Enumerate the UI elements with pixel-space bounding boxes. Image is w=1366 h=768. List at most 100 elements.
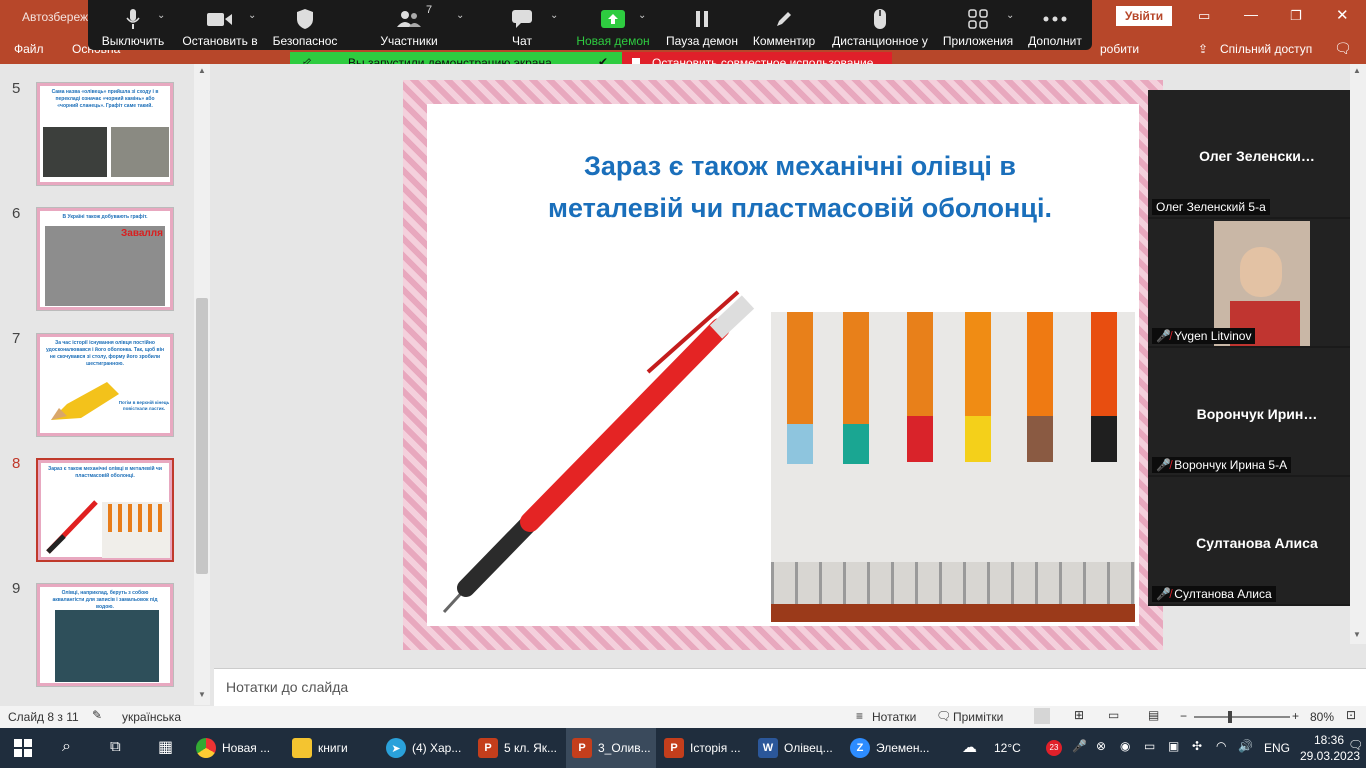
temperature[interactable]: 12°C [994, 741, 1021, 755]
participant-tile[interactable]: Султанова Алиса 🎤̸ Султанова Алиса [1148, 477, 1366, 604]
restore-icon[interactable]: ❐ [1290, 8, 1302, 24]
slide-thumbnail-7[interactable]: За час історії існування олівця постійно… [36, 333, 174, 437]
chevron-down-icon[interactable]: ⌄ [456, 10, 464, 21]
taskbar-powerpoint-1[interactable]: P 5 кл. Як... [478, 728, 560, 768]
mic-tray-icon[interactable]: 🎤 [1072, 739, 1087, 753]
taskbar-powerpoint-2[interactable]: P Історія ... [664, 728, 746, 768]
taskbar-chrome[interactable]: Новая ... [196, 728, 276, 768]
chevron-down-icon[interactable]: ⌄ [550, 10, 558, 21]
language-indicator[interactable]: українська [122, 710, 181, 724]
notification-badge[interactable]: 23 [1046, 740, 1062, 756]
status-bar: Слайд 8 з 11 ✎ українська ≡ Нотатки 🗨 Пр… [0, 706, 1366, 728]
slide-title[interactable]: Зараз є також механічні олівці в металев… [450, 145, 1150, 229]
zoom-out-icon[interactable]: − [1180, 709, 1187, 723]
scroll-up-icon[interactable]: ▲ [196, 66, 208, 75]
search-icon[interactable]: ⌕ [62, 738, 71, 756]
reading-view-icon[interactable]: ▭ [1108, 708, 1119, 722]
windows-start-icon[interactable] [14, 739, 32, 760]
participants-button[interactable]: Участники [368, 0, 450, 50]
battery-icon[interactable]: ▭ [1144, 739, 1155, 753]
notes-toggle-button[interactable]: Нотатки [872, 710, 916, 724]
taskbar-zoom[interactable]: Z Элемен... [850, 728, 930, 768]
participant-tile[interactable]: Ворончук Ирин… 🎤̸ Ворончук Ирина 5-А [1148, 348, 1366, 475]
language-indicator[interactable]: ENG [1264, 741, 1290, 755]
clock-time[interactable]: 18:36 [1314, 733, 1344, 747]
chat-button[interactable]: Чат [492, 0, 552, 50]
thumbnail-scrollbar[interactable]: ▲ ▼ [194, 64, 210, 705]
participant-tile[interactable]: Олег Зеленски… Олег Зеленский 5-а [1148, 90, 1366, 217]
taskbar-telegram[interactable]: ➤ (4) Хар... [386, 728, 466, 768]
graphite-stone-image [43, 127, 107, 177]
comments-toggle-button[interactable]: Примітки [953, 710, 1003, 724]
share-button[interactable]: Спільний доступ [1220, 42, 1312, 56]
zoom-in-icon[interactable]: + [1292, 709, 1299, 723]
notifications-icon[interactable]: 🗨 [1348, 738, 1363, 752]
tray-app-icon[interactable]: ▣ [1168, 739, 1179, 753]
folder-icon [292, 738, 312, 758]
pause-share-button[interactable]: Пауза демон [662, 0, 742, 50]
pencil-icon [744, 8, 824, 30]
apps-button[interactable]: Приложения [940, 0, 1016, 50]
slide-counter: Слайд 8 з 11 [8, 710, 79, 724]
slide-thumbnail-6[interactable]: В Україні також добувають графіт. Завалл… [36, 207, 174, 311]
chevron-down-icon[interactable]: ⌄ [1006, 10, 1014, 21]
tab-file[interactable]: Файл [14, 42, 44, 56]
tray-app-icon[interactable]: ◉ [1120, 739, 1130, 753]
zoom-level[interactable]: 80% [1310, 710, 1334, 724]
taskbar-powerpoint-active[interactable]: P 3_Олив... [566, 728, 656, 768]
signin-button[interactable]: Увійти [1116, 6, 1172, 26]
mute-button[interactable]: Выключить [96, 0, 170, 50]
notes-pane[interactable]: Нотатки до слайда [214, 668, 1366, 706]
more-button[interactable]: Дополнит [1020, 0, 1090, 50]
taskbar-explorer[interactable]: книги [292, 728, 358, 768]
spellcheck-icon[interactable]: ✎ [92, 708, 102, 722]
scroll-thumb[interactable] [196, 298, 208, 574]
remote-control-button[interactable]: Дистанционное у [826, 0, 934, 50]
chevron-down-icon[interactable]: ⌄ [638, 10, 646, 21]
normal-view-icon[interactable] [1034, 708, 1050, 724]
slide-sorter-icon[interactable]: ⊞ [1074, 708, 1084, 722]
autosave-label[interactable]: Автозбереж [22, 10, 88, 24]
security-button[interactable]: Безопаснос [268, 0, 342, 50]
wifi-icon[interactable]: ◠ [1216, 739, 1226, 753]
taskbar-word[interactable]: W Олівец... [758, 728, 838, 768]
participants-count: 7 [426, 4, 433, 16]
chevron-down-icon[interactable]: ⌄ [157, 10, 165, 21]
ribbon-display-icon[interactable]: ▭ [1198, 8, 1210, 24]
zoom-app-icon: Z [850, 738, 870, 758]
scroll-down-icon[interactable]: ▼ [196, 690, 208, 699]
annotate-button[interactable]: Комментир [744, 0, 824, 50]
zoom-tray-icon[interactable]: ⊗ [1096, 739, 1106, 753]
slide-thumbnail-5[interactable]: Сама назва «олівець» прийшла зі сходу і … [36, 82, 174, 186]
new-share-button[interactable]: Новая демон [572, 0, 654, 50]
more-dots-icon [1020, 8, 1090, 30]
share-icon[interactable]: ⇪ [1198, 42, 1208, 56]
fit-slide-icon[interactable]: ⊡ [1346, 708, 1356, 722]
scroll-down-icon[interactable]: ▼ [1353, 630, 1361, 639]
notes-placeholder[interactable]: Нотатки до слайда [226, 679, 348, 695]
close-icon[interactable]: ✕ [1336, 6, 1349, 24]
weather-icon[interactable]: ☁ [962, 738, 977, 756]
slide-thumbnail-8-selected[interactable]: Зараз є також механічні олівці в металев… [36, 458, 174, 562]
minimize-icon[interactable]: — [1244, 6, 1258, 22]
muted-mic-icon: 🎤̸ [1156, 587, 1171, 601]
scroll-up-icon[interactable]: ▲ [1353, 66, 1361, 75]
slide-thumbnail-9[interactable]: Олівці, наприклад, беруть з собою аквала… [36, 583, 174, 687]
thumb-number: 7 [12, 330, 21, 347]
zoom-slider[interactable] [1194, 711, 1290, 723]
comment-icon[interactable]: 🗨 [1334, 40, 1352, 57]
participant-name-tag: 🎤̸ Yvgen Litvinov [1152, 328, 1256, 344]
calculator-icon[interactable]: ▦ [158, 737, 173, 757]
stop-video-button[interactable]: Остановить в [180, 0, 260, 50]
participant-tile[interactable]: 🎤̸ Yvgen Litvinov [1148, 219, 1366, 346]
shield-icon [268, 8, 342, 30]
volume-icon[interactable]: 🔊 [1238, 739, 1253, 753]
zoom-slider-thumb[interactable] [1228, 711, 1232, 723]
chat-bubble-icon [492, 8, 552, 30]
chevron-down-icon[interactable]: ⌄ [248, 10, 256, 21]
task-view-icon[interactable]: ⧉ [110, 738, 121, 755]
slideshow-icon[interactable]: ▤ [1148, 708, 1159, 722]
divers-image [55, 610, 159, 682]
slide-scrollbar[interactable]: ▲ ▼ [1350, 64, 1366, 644]
tray-app-icon[interactable]: ✣ [1192, 739, 1202, 753]
